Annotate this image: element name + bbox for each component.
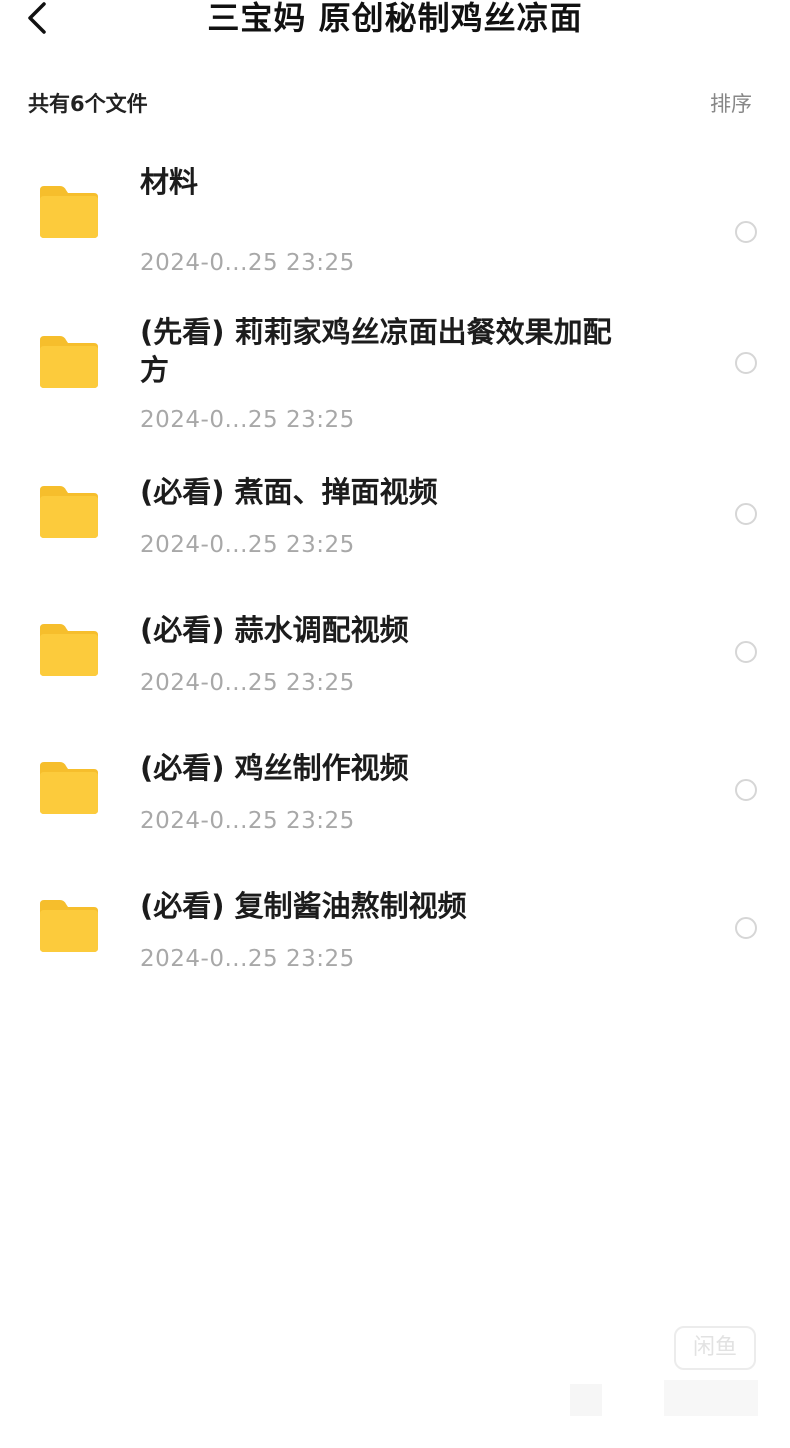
list-item[interactable]: (必看) 复制酱油熬制视频 2024-0...25 23:25 xyxy=(0,884,790,984)
file-date: 2024-0...25 23:25 xyxy=(140,670,355,696)
folder-icon xyxy=(36,180,102,240)
select-radio[interactable] xyxy=(735,779,757,801)
list-item[interactable]: (必看) 煮面、掸面视频 2024-0...25 23:25 xyxy=(0,470,790,570)
smudge xyxy=(570,1384,602,1416)
folder-icon xyxy=(36,480,102,540)
file-date: 2024-0...25 23:25 xyxy=(140,407,355,433)
file-name: (必看) 复制酱油熬制视频 xyxy=(140,889,467,923)
select-radio[interactable] xyxy=(735,352,757,374)
list-item[interactable]: (必看) 蒜水调配视频 2024-0...25 23:25 xyxy=(0,608,790,708)
folder-icon xyxy=(36,894,102,954)
top-bar: 三宝妈 原创秘制鸡丝凉面 xyxy=(0,0,790,44)
folder-icon xyxy=(36,618,102,678)
file-name: (必看) 蒜水调配视频 xyxy=(140,613,409,647)
file-browser-screen: 三宝妈 原创秘制鸡丝凉面 共有6个文件 排序 材料 2024-0...25 23… xyxy=(0,0,790,1448)
folder-icon xyxy=(36,330,102,390)
list-item[interactable]: (必看) 鸡丝制作视频 2024-0...25 23:25 xyxy=(0,746,790,846)
select-radio[interactable] xyxy=(735,503,757,525)
folder-icon xyxy=(36,756,102,816)
file-count-label: 共有6个文件 xyxy=(28,92,148,116)
select-radio[interactable] xyxy=(735,221,757,243)
file-date: 2024-0...25 23:25 xyxy=(140,808,355,834)
list-item[interactable]: (先看) 莉莉家鸡丝凉面出餐效果加配方 2024-0...25 23:25 xyxy=(0,310,790,450)
sort-button[interactable]: 排序 xyxy=(710,88,752,118)
page-title: 三宝妈 原创秘制鸡丝凉面 xyxy=(207,0,583,37)
smudge xyxy=(664,1380,758,1416)
list-item[interactable]: 材料 2024-0...25 23:25 xyxy=(0,165,790,280)
file-date: 2024-0...25 23:25 xyxy=(140,946,355,972)
select-radio[interactable] xyxy=(735,641,757,663)
file-name: (必看) 煮面、掸面视频 xyxy=(140,475,438,509)
file-date: 2024-0...25 23:25 xyxy=(140,250,355,276)
summary-row: 共有6个文件 排序 xyxy=(0,84,790,120)
select-radio[interactable] xyxy=(735,917,757,939)
file-name: 材料 xyxy=(140,165,199,199)
file-date: 2024-0...25 23:25 xyxy=(140,532,355,558)
watermark-logo: 闲鱼 xyxy=(674,1326,756,1370)
file-name: (先看) 莉莉家鸡丝凉面出餐效果加配方 xyxy=(140,315,612,387)
file-name: (必看) 鸡丝制作视频 xyxy=(140,751,409,785)
